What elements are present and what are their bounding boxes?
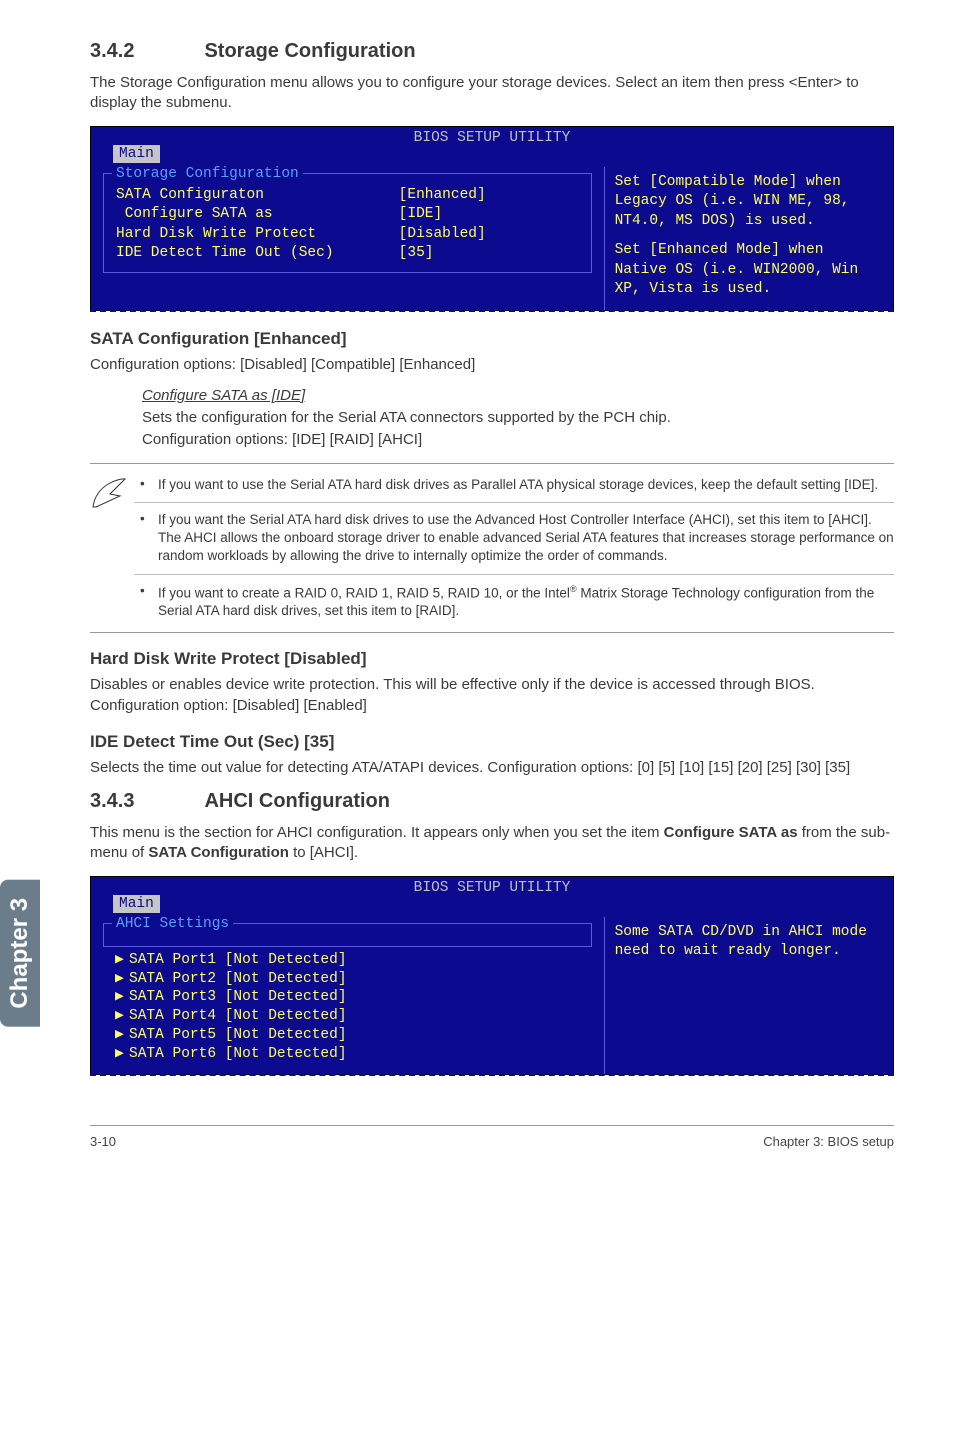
hard-disk-body: Disables or enables device write protect…: [90, 675, 894, 716]
note-icon: [90, 464, 134, 633]
bios-tab-main: Main: [113, 895, 160, 913]
note-item-2: If you want the Serial ATA hard disk dri…: [134, 502, 894, 574]
bios-help-1: Set [Compatible Mode] when Legacy OS (i.…: [615, 173, 883, 232]
section-title: Storage Configuration: [204, 40, 415, 62]
sata-port-row: ▶SATA Port6 [Not Detected]: [103, 1045, 592, 1064]
bios-row: Hard Disk Write Protect[Disabled]: [104, 225, 591, 245]
note-item-1: If you want to use the Serial ATA hard d…: [134, 468, 894, 502]
section-number: 3.4.3: [90, 790, 200, 813]
bios-panel-ahci: BIOS SETUP UTILITY Main AHCI Settings ▶S…: [90, 876, 894, 1075]
section-heading-343: 3.4.3 AHCI Configuration: [90, 790, 894, 813]
triangle-icon: ▶: [115, 1026, 129, 1045]
page-footer: 3-10 Chapter 3: BIOS setup: [90, 1125, 894, 1149]
bios-cutline: [90, 310, 894, 312]
triangle-icon: ▶: [115, 951, 129, 970]
section-number: 3.4.2: [90, 40, 200, 63]
subheading-ide-detect: IDE Detect Time Out (Sec) [35]: [90, 732, 894, 752]
bios-header: BIOS SETUP UTILITY: [91, 127, 893, 147]
sata-port-row: ▶SATA Port3 [Not Detected]: [103, 988, 592, 1007]
frame-label-storage: Storage Configuration: [112, 166, 303, 182]
ide-detect-body: Selects the time out value for detecting…: [90, 758, 894, 778]
bios-panel-storage: BIOS SETUP UTILITY Main Storage Configur…: [90, 126, 894, 311]
subheading-sata-config: SATA Configuration [Enhanced]: [90, 329, 894, 349]
sata-config-options: Configuration options: [Disabled] [Compa…: [90, 355, 894, 375]
section-title: AHCI Configuration: [204, 790, 390, 812]
bios-row: IDE Detect Time Out (Sec)[35]: [104, 244, 591, 264]
triangle-icon: ▶: [115, 970, 129, 989]
bios-tab-main: Main: [113, 145, 160, 163]
intro-342: The Storage Configuration menu allows yo…: [90, 73, 894, 114]
bios-help-ahci: Some SATA CD/DVD in AHCI mode need to wa…: [615, 923, 883, 962]
page-number: 3-10: [90, 1134, 116, 1149]
sata-port-row: ▶SATA Port5 [Not Detected]: [103, 1026, 592, 1045]
chapter-tab: Chapter 3: [0, 880, 40, 1027]
frame-label-ahci: AHCI Settings: [112, 916, 233, 932]
registered-mark: ®: [570, 584, 577, 594]
bios-row: SATA Configuraton[Enhanced]: [104, 186, 591, 206]
configure-sata-body2: Configuration options: [IDE] [RAID] [AHC…: [142, 430, 894, 450]
section-heading-342: 3.4.2 Storage Configuration: [90, 40, 894, 63]
note-box: If you want to use the Serial ATA hard d…: [90, 463, 894, 634]
bios-row: Configure SATA as[IDE]: [104, 205, 591, 225]
configure-sata-as-heading: Configure SATA as [IDE]: [142, 387, 894, 404]
bios-cutline: [90, 1074, 894, 1076]
sata-port-row: ▶SATA Port4 [Not Detected]: [103, 1007, 592, 1026]
bios-help-2: Set [Enhanced Mode] when Native OS (i.e.…: [615, 241, 883, 300]
sata-port-row: ▶SATA Port2 [Not Detected]: [103, 970, 592, 989]
subheading-hard-disk-write: Hard Disk Write Protect [Disabled]: [90, 649, 894, 669]
configure-sata-body1: Sets the configuration for the Serial AT…: [142, 408, 894, 428]
triangle-icon: ▶: [115, 988, 129, 1007]
bios-header: BIOS SETUP UTILITY: [91, 877, 893, 897]
triangle-icon: ▶: [115, 1007, 129, 1026]
triangle-icon: ▶: [115, 1045, 129, 1064]
sata-port-row: ▶SATA Port1 [Not Detected]: [103, 951, 592, 970]
footer-chapter: Chapter 3: BIOS setup: [763, 1134, 894, 1149]
intro-343: This menu is the section for AHCI config…: [90, 823, 894, 864]
note-item-3: If you want to create a RAID 0, RAID 1, …: [134, 574, 894, 629]
